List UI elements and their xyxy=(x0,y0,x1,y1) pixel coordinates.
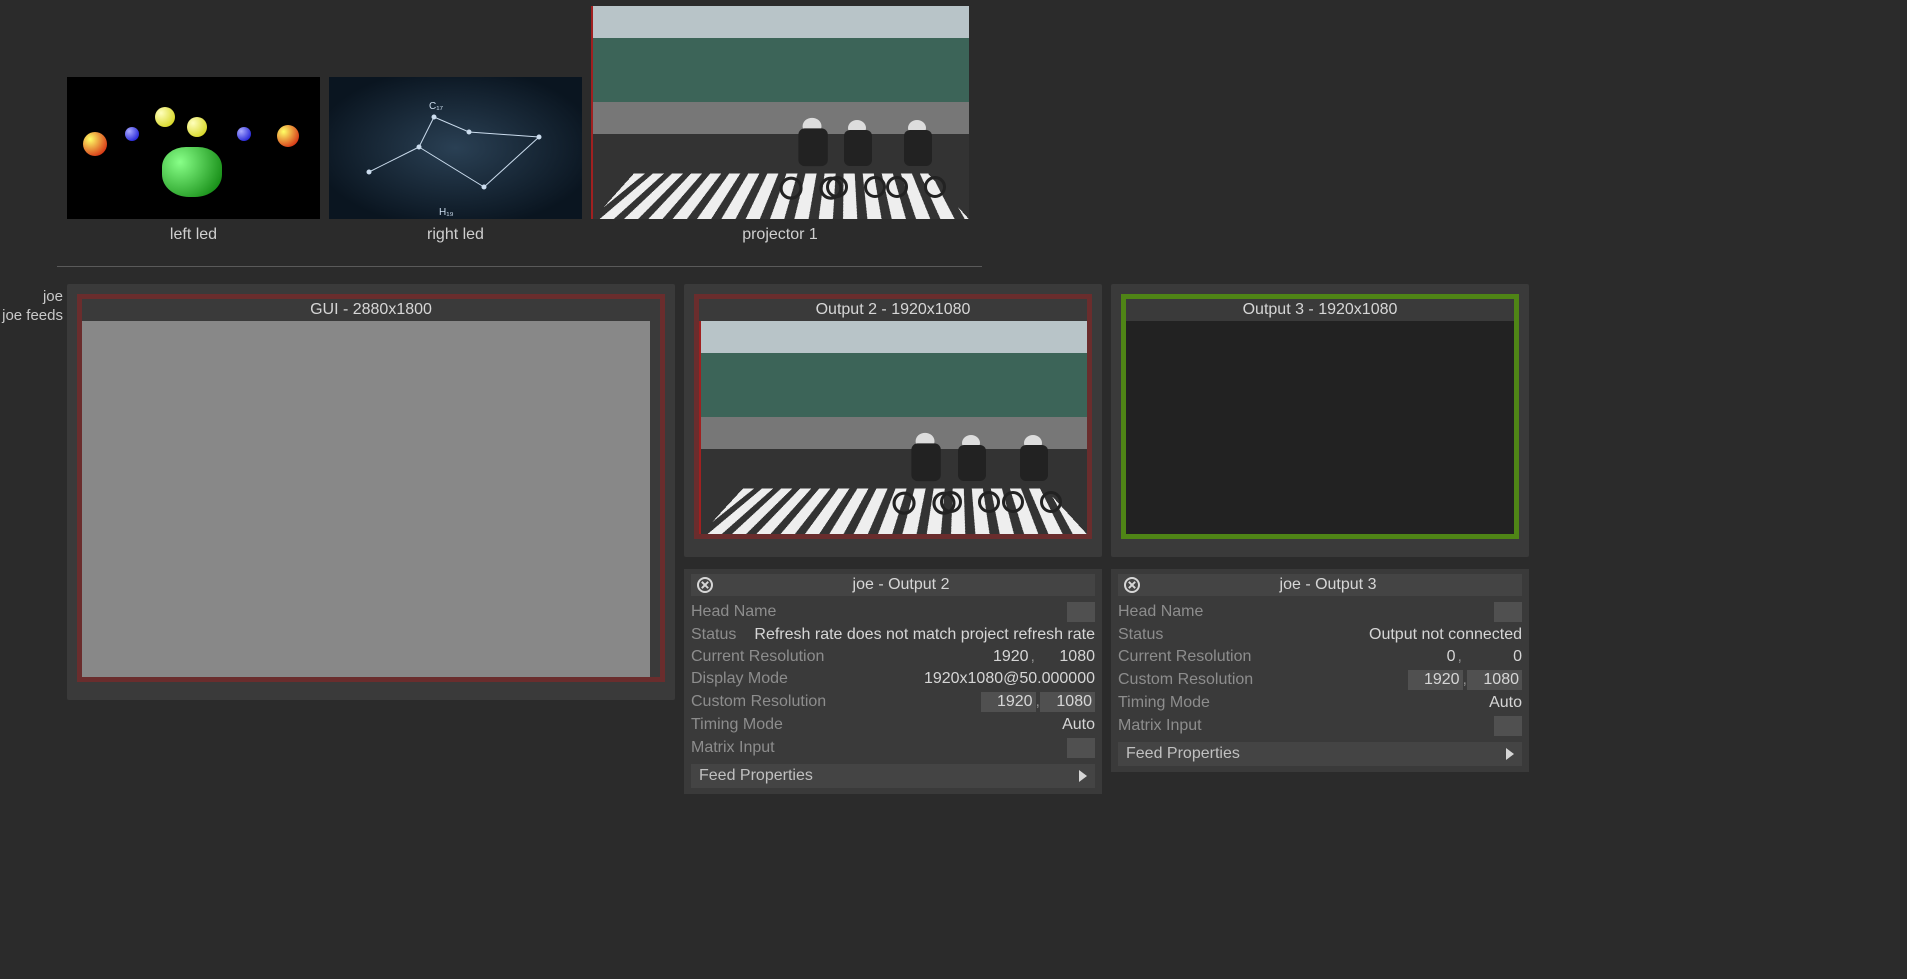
matrix-input-row: Matrix Input xyxy=(691,736,1095,760)
custom-resolution-height-input[interactable]: 1080 xyxy=(1040,692,1095,712)
feed-properties-expander[interactable]: Feed Properties xyxy=(691,764,1095,788)
properties-title: joe - Output 2 xyxy=(713,576,1089,594)
properties-header[interactable]: joe - Output 2 xyxy=(691,574,1095,596)
machine-labels: joe joe feeds xyxy=(0,284,67,326)
custom-resolution-label: Custom Resolution xyxy=(1118,671,1253,689)
thumbnail-label: projector 1 xyxy=(742,226,818,244)
output-3-properties: joe - Output 3 Head Name Status Output n… xyxy=(1111,569,1529,772)
thumbnail-image: C₁₇ H₁₉ xyxy=(329,77,582,219)
current-resolution-row: Current Resolution 1920 1080 xyxy=(691,646,1095,668)
head-name-row: Head Name xyxy=(691,600,1095,624)
head-name-row: Head Name xyxy=(1118,600,1522,624)
display-mode-label: Display Mode xyxy=(691,670,788,688)
output-frame[interactable]: Output 3 - 1920x1080 xyxy=(1111,284,1529,557)
feed-properties-expander[interactable]: Feed Properties xyxy=(1118,742,1522,766)
section-divider xyxy=(57,266,982,267)
custom-resolution-width-input[interactable]: 1920 xyxy=(981,692,1036,712)
output-preview[interactable] xyxy=(1126,321,1514,534)
outputs-section: joe joe feeds GUI - 2880x1800 Output 2 -… xyxy=(0,284,1907,794)
matrix-input-label: Matrix Input xyxy=(1118,717,1202,735)
current-resolution-label: Current Resolution xyxy=(691,648,824,666)
timing-mode-row: Timing Mode Auto xyxy=(691,714,1095,736)
thumbnails-row: left led C₁₇ H₁₉ right led xyxy=(67,6,1907,244)
status-row: Status Refresh rate does not match proje… xyxy=(691,624,1095,646)
custom-resolution-row: Custom Resolution 1920, 1080 xyxy=(691,690,1095,714)
current-resolution-width: 0 xyxy=(1447,648,1462,666)
custom-resolution-row: Custom Resolution 1920, 1080 xyxy=(1118,668,1522,692)
output-2: Output 2 - 1920x1080 joe - Output 2 Head… xyxy=(684,284,1102,794)
output-preview[interactable] xyxy=(82,321,650,677)
head-name-input[interactable] xyxy=(1067,602,1095,622)
thumbnail-left-led[interactable]: left led xyxy=(67,77,320,244)
svg-text:C₁₇: C₁₇ xyxy=(429,101,444,112)
matrix-input-row: Matrix Input xyxy=(1118,714,1522,738)
matrix-input-label: Matrix Input xyxy=(691,739,775,757)
current-resolution-width: 1920 xyxy=(993,648,1035,666)
output-border: Output 3 - 1920x1080 xyxy=(1121,294,1519,539)
close-icon[interactable] xyxy=(697,577,713,593)
output-title: GUI - 2880x1800 xyxy=(82,299,660,321)
close-icon[interactable] xyxy=(1124,577,1140,593)
timing-mode-label: Timing Mode xyxy=(1118,694,1210,712)
thumbnail-image xyxy=(67,77,320,219)
current-resolution-height: 1080 xyxy=(1035,648,1095,666)
display-mode-row: Display Mode 1920x1080@50.000000 xyxy=(691,668,1095,690)
matrix-input-field[interactable] xyxy=(1067,738,1095,758)
output-gui: GUI - 2880x1800 xyxy=(67,284,675,794)
machine-name: joe xyxy=(0,288,63,307)
thumbnail-projector-1[interactable]: projector 1 xyxy=(591,6,969,244)
custom-resolution-height-input[interactable]: 1080 xyxy=(1467,670,1522,690)
output-frame[interactable]: Output 2 - 1920x1080 xyxy=(684,284,1102,557)
output-preview[interactable] xyxy=(699,321,1087,534)
thumbnail-label: right led xyxy=(427,226,484,244)
thumbnail-image xyxy=(591,6,969,219)
custom-resolution-width-input[interactable]: 1920 xyxy=(1408,670,1463,690)
timing-mode-label: Timing Mode xyxy=(691,716,783,734)
status-value: Output not connected xyxy=(1369,626,1522,644)
custom-resolution-label: Custom Resolution xyxy=(691,693,826,711)
output-title: Output 3 - 1920x1080 xyxy=(1126,299,1514,321)
status-value: Refresh rate does not match project refr… xyxy=(754,626,1095,644)
head-name-input[interactable] xyxy=(1494,602,1522,622)
output-title: Output 2 - 1920x1080 xyxy=(699,299,1087,321)
svg-text:H₁₉: H₁₉ xyxy=(439,207,454,218)
feed-thumbnails-section: left led C₁₇ H₁₉ right led xyxy=(0,0,1907,267)
display-mode-value[interactable]: 1920x1080@50.000000 xyxy=(924,670,1095,688)
machine-feeds-label: joe feeds xyxy=(0,307,63,326)
status-row: Status Output not connected xyxy=(1118,624,1522,646)
thumbnail-right-led[interactable]: C₁₇ H₁₉ right led xyxy=(329,77,582,244)
feed-properties-label: Feed Properties xyxy=(699,767,813,785)
chevron-right-icon xyxy=(1079,770,1087,782)
chevron-right-icon xyxy=(1506,748,1514,760)
output-frame[interactable]: GUI - 2880x1800 xyxy=(67,284,675,700)
thumbnail-label: left led xyxy=(170,226,217,244)
status-label: Status xyxy=(691,626,736,644)
output-2-properties: joe - Output 2 Head Name Status Refresh … xyxy=(684,569,1102,794)
properties-header[interactable]: joe - Output 3 xyxy=(1118,574,1522,596)
output-border: GUI - 2880x1800 xyxy=(77,294,665,682)
timing-mode-row: Timing Mode Auto xyxy=(1118,692,1522,714)
current-resolution-row: Current Resolution 0 0 xyxy=(1118,646,1522,668)
output-3: Output 3 - 1920x1080 joe - Output 3 Head… xyxy=(1111,284,1529,794)
properties-title: joe - Output 3 xyxy=(1140,576,1516,594)
feed-properties-label: Feed Properties xyxy=(1126,745,1240,763)
timing-mode-value[interactable]: Auto xyxy=(1489,694,1522,712)
current-resolution-label: Current Resolution xyxy=(1118,648,1251,666)
current-resolution-height: 0 xyxy=(1462,648,1522,666)
head-name-label: Head Name xyxy=(1118,603,1203,621)
head-name-label: Head Name xyxy=(691,603,776,621)
output-border: Output 2 - 1920x1080 xyxy=(694,294,1092,539)
timing-mode-value[interactable]: Auto xyxy=(1062,716,1095,734)
matrix-input-field[interactable] xyxy=(1494,716,1522,736)
status-label: Status xyxy=(1118,626,1163,644)
